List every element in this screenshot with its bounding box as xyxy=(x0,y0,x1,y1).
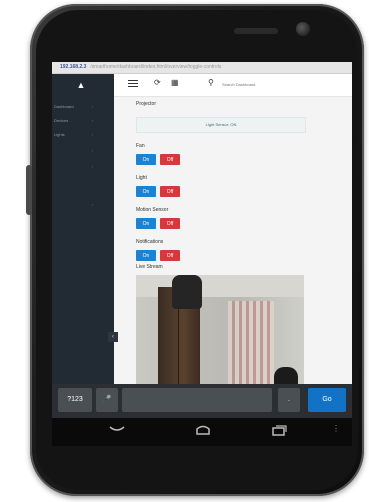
projector-label: Projector xyxy=(136,101,157,107)
device-frame: 192.168.2.3/smarthome/dashboard/index.ht… xyxy=(0,0,369,502)
more-icon[interactable]: ⋮ xyxy=(332,424,340,433)
refresh-icon[interactable]: ⟳ xyxy=(154,78,161,87)
video-frame-clothes xyxy=(172,275,202,309)
earpiece-speaker xyxy=(234,28,278,34)
browser-screen: 192.168.2.3/smarthome/dashboard/index.ht… xyxy=(52,62,352,418)
chevron-right-icon: › xyxy=(92,202,94,207)
sidebar-item-devices[interactable]: Devices › xyxy=(52,114,114,128)
grid-icon[interactable]: ▦ xyxy=(171,78,179,87)
fan-on-button[interactable]: On xyxy=(136,154,156,165)
sidebar-item-dashboard[interactable]: Dashboard › xyxy=(52,100,114,114)
sidebar-collapse-button[interactable]: ‹ xyxy=(108,332,118,342)
top-bar: ⟳ ▦ ⚲ xyxy=(114,74,352,97)
light-off-button[interactable]: Off xyxy=(160,186,180,197)
sidebar-item-label: Dashboard xyxy=(54,104,74,109)
recents-icon[interactable] xyxy=(270,424,288,436)
light-on-button[interactable]: On xyxy=(136,186,156,197)
numeric-key[interactable]: ?123 xyxy=(58,388,92,412)
url-path: /smarthome/dashboard/index.html/overview… xyxy=(90,64,222,70)
chevron-right-icon: › xyxy=(92,148,94,153)
url-host: 192.168.2.3 xyxy=(60,64,87,70)
controls-panel: Projector Light Sensor: ON Fan On Off Li… xyxy=(114,97,352,418)
volume-key[interactable] xyxy=(26,165,32,215)
sidebar-item-extra-3[interactable]: › xyxy=(52,198,114,212)
motion-sensor-on-button[interactable]: On xyxy=(136,218,156,229)
light-label: Light xyxy=(136,175,147,181)
sidebar-item-label: Lights xyxy=(54,132,65,137)
period-key[interactable]: . xyxy=(278,388,300,412)
search-input[interactable] xyxy=(222,80,322,88)
sidebar-item-lights[interactable]: Lights › xyxy=(52,128,114,142)
chevron-right-icon: › xyxy=(92,132,94,137)
home-button-icon[interactable] xyxy=(194,424,212,436)
notifications-label: Notifications xyxy=(136,239,164,245)
soft-keyboard: ?123 🎤 . Go xyxy=(52,384,352,418)
chevron-right-icon: › xyxy=(92,164,94,169)
microphone-icon[interactable]: 🎤 xyxy=(96,388,118,412)
space-key[interactable] xyxy=(122,388,272,412)
chevron-right-icon: › xyxy=(92,118,94,123)
address-bar[interactable]: 192.168.2.3/smarthome/dashboard/index.ht… xyxy=(52,62,352,74)
sidebar-item-extra-1[interactable]: › xyxy=(52,144,114,158)
notifications-off-button[interactable]: Off xyxy=(160,250,180,261)
system-nav-bar: ⋮ xyxy=(52,418,352,446)
go-key[interactable]: Go xyxy=(308,388,346,412)
notifications-on-button[interactable]: On xyxy=(136,250,156,261)
light-sensor-status: Light Sensor: ON xyxy=(136,117,306,133)
live-stream-label: Live Stream xyxy=(136,264,163,270)
fan-label: Fan xyxy=(136,143,145,149)
chevron-right-icon: › xyxy=(92,104,94,109)
menu-icon[interactable] xyxy=(128,80,138,88)
home-icon[interactable]: ▲ xyxy=(76,80,86,90)
fan-off-button[interactable]: Off xyxy=(160,154,180,165)
sidebar-item-extra-2[interactable]: › xyxy=(52,160,114,174)
motion-sensor-off-button[interactable]: Off xyxy=(160,218,180,229)
front-camera xyxy=(296,22,310,36)
sidebar: ▲ Dashboard › Devices › Lights › › › › xyxy=(52,74,114,418)
motion-sensor-label: Motion Sensor xyxy=(136,207,169,213)
back-icon[interactable] xyxy=(108,424,126,434)
search-icon[interactable]: ⚲ xyxy=(208,78,214,87)
video-frame-curtain xyxy=(228,301,274,385)
sidebar-item-label: Devices xyxy=(54,118,69,123)
